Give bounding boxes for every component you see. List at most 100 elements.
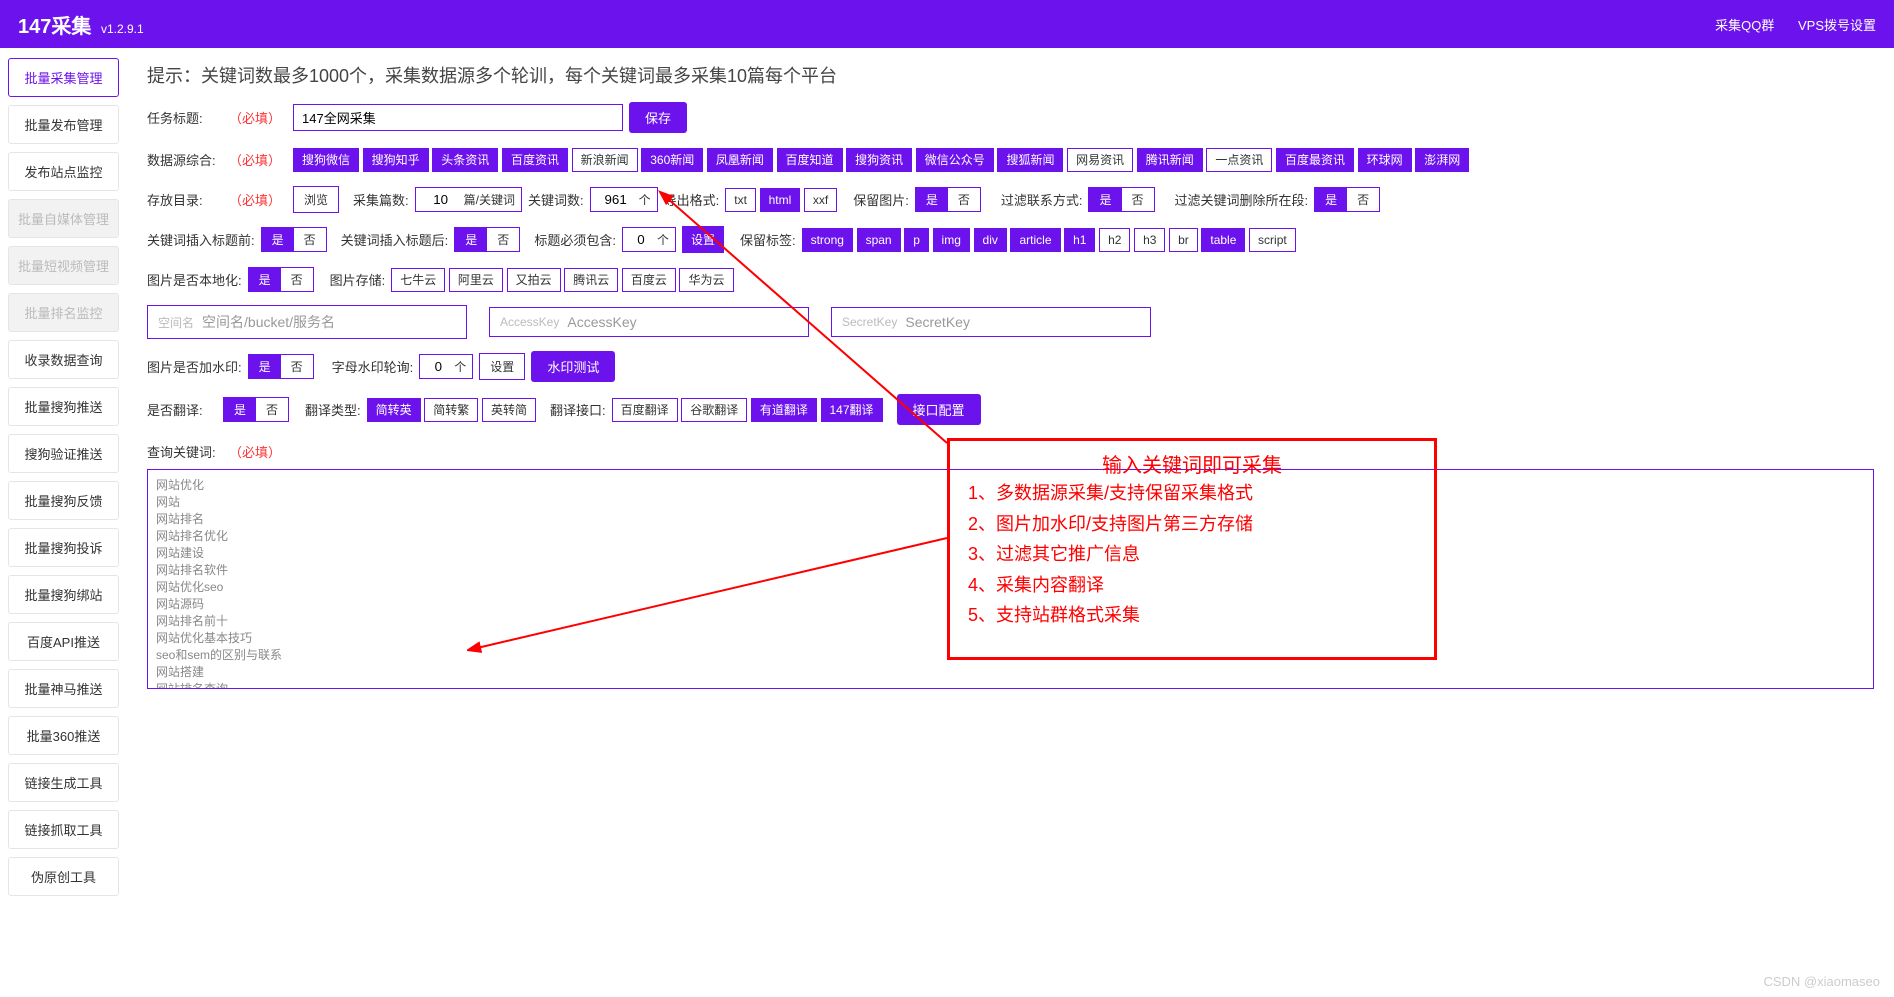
sidebar-item[interactable]: 发布站点监控: [8, 152, 119, 191]
required-marker: （必填）: [229, 442, 281, 461]
link-vps-settings[interactable]: VPS拨号设置: [1798, 18, 1876, 33]
keep-tag[interactable]: span: [857, 228, 901, 252]
count-label: 采集篇数:: [353, 190, 409, 209]
sidebar-item[interactable]: 批量360推送: [8, 716, 119, 755]
sidebar-item[interactable]: 批量神马推送: [8, 669, 119, 708]
wm-set-button[interactable]: 设置: [479, 353, 525, 380]
keep-tag[interactable]: h2: [1099, 228, 1130, 252]
watermark-toggle[interactable]: 是否: [248, 354, 314, 379]
required-marker: （必填）: [229, 190, 281, 209]
sidebar-item[interactable]: 伪原创工具: [8, 857, 119, 896]
sidebar-item[interactable]: 批量搜狗反馈: [8, 481, 119, 520]
translate-api[interactable]: 百度翻译: [612, 398, 678, 422]
export-option[interactable]: xxf: [804, 188, 837, 212]
task-title-label: 任务标题:: [147, 108, 217, 127]
translate-api[interactable]: 147翻译: [821, 398, 883, 422]
filter-contact-toggle[interactable]: 是否: [1088, 187, 1154, 212]
source-tag[interactable]: 360新闻: [641, 148, 703, 172]
source-tag[interactable]: 搜狗知乎: [363, 148, 429, 172]
keep-tag[interactable]: strong: [802, 228, 853, 252]
translate-api[interactable]: 谷歌翻译: [681, 398, 747, 422]
translate-type[interactable]: 简转英: [367, 398, 421, 422]
watermark-label: 图片是否加水印:: [147, 357, 242, 376]
source-tag[interactable]: 搜狐新闻: [997, 148, 1063, 172]
sidebar-item[interactable]: 批量发布管理: [8, 105, 119, 144]
kw-count-input[interactable]: [597, 192, 635, 207]
trans-api-label: 翻译接口:: [550, 400, 606, 419]
wm-alpha-input[interactable]: [426, 359, 450, 374]
app-brand: 147采集 v1.2.9.1: [18, 10, 144, 39]
storage-option[interactable]: 华为云: [679, 268, 733, 292]
sidebar-item[interactable]: 批量搜狗推送: [8, 387, 119, 426]
source-tag[interactable]: 微信公众号: [916, 148, 994, 172]
keep-tag[interactable]: h1: [1064, 228, 1095, 252]
translate-type[interactable]: 简转繁: [424, 398, 478, 422]
keep-tag[interactable]: img: [933, 228, 970, 252]
storage-option[interactable]: 百度云: [622, 268, 676, 292]
save-button[interactable]: 保存: [629, 102, 687, 133]
export-option[interactable]: txt: [725, 188, 756, 212]
source-tag[interactable]: 头条资讯: [432, 148, 498, 172]
keep-tag[interactable]: div: [974, 228, 1007, 252]
required-marker: （必填）: [229, 108, 281, 127]
sidebar-item[interactable]: 批量搜狗绑站: [8, 575, 119, 614]
sidebar-item[interactable]: 链接抓取工具: [8, 810, 119, 849]
source-tag[interactable]: 凤凰新闻: [707, 148, 773, 172]
source-tag[interactable]: 环球网: [1358, 148, 1412, 172]
export-option[interactable]: html: [760, 188, 801, 212]
bucket-input-wrap[interactable]: 空间名空间名/bucket/服务名: [147, 305, 467, 339]
source-tag[interactable]: 百度资讯: [502, 148, 568, 172]
translate-label: 是否翻译:: [147, 400, 217, 419]
keep-tag[interactable]: br: [1169, 228, 1198, 252]
source-tag[interactable]: 百度最资讯: [1276, 148, 1354, 172]
path-label: 存放目录:: [147, 190, 217, 209]
csdn-watermark: CSDN @xiaomaseo: [1763, 974, 1880, 989]
storage-option[interactable]: 阿里云: [449, 268, 503, 292]
source-tag[interactable]: 腾讯新闻: [1137, 148, 1203, 172]
wm-test-button[interactable]: 水印测试: [531, 351, 615, 382]
accesskey-input-wrap[interactable]: AccessKeyAccessKey: [489, 307, 809, 337]
source-tag[interactable]: 搜狗微信: [293, 148, 359, 172]
keep-tag[interactable]: table: [1201, 228, 1245, 252]
secretkey-input-wrap[interactable]: SecretKeySecretKey: [831, 307, 1151, 337]
storage-option[interactable]: 腾讯云: [564, 268, 618, 292]
keep-tag[interactable]: script: [1249, 228, 1296, 252]
translate-type[interactable]: 英转简: [482, 398, 536, 422]
translate-api[interactable]: 有道翻译: [751, 398, 817, 422]
source-tag[interactable]: 网易资讯: [1067, 148, 1133, 172]
storage-option[interactable]: 又拍云: [507, 268, 561, 292]
must-set-button[interactable]: 设置: [682, 226, 724, 253]
sidebar-item[interactable]: 搜狗验证推送: [8, 434, 119, 473]
source-tag[interactable]: 百度知道: [777, 148, 843, 172]
sidebar-item[interactable]: 百度API推送: [8, 622, 119, 661]
source-tag[interactable]: 澎湃网: [1415, 148, 1469, 172]
sidebar-item[interactable]: 批量采集管理: [8, 58, 119, 97]
sidebar-item[interactable]: 批量搜狗投诉: [8, 528, 119, 567]
browse-button[interactable]: 浏览: [293, 186, 339, 213]
keepimg-label: 保留图片:: [853, 190, 909, 209]
source-tag[interactable]: 一点资讯: [1206, 148, 1272, 172]
keep-tag[interactable]: h3: [1134, 228, 1165, 252]
source-tag[interactable]: 搜狗资讯: [846, 148, 912, 172]
insert-before-label: 关键词插入标题前:: [147, 230, 255, 249]
link-qq-group[interactable]: 采集QQ群: [1715, 18, 1774, 33]
keep-tag[interactable]: p: [904, 228, 929, 252]
keepimg-toggle[interactable]: 是否: [915, 187, 981, 212]
insert-before-toggle[interactable]: 是否: [261, 227, 327, 252]
keywords-textarea[interactable]: [147, 469, 1874, 689]
filter-kw-toggle[interactable]: 是否: [1314, 187, 1380, 212]
translate-toggle[interactable]: 是否: [223, 397, 289, 422]
sidebar-item[interactable]: 链接生成工具: [8, 763, 119, 802]
sidebar-item[interactable]: 收录数据查询: [8, 340, 119, 379]
count-input[interactable]: [422, 192, 460, 207]
app-version: v1.2.9.1: [101, 22, 144, 36]
source-tag[interactable]: 新浪新闻: [572, 148, 638, 172]
export-label: 导出格式:: [664, 190, 720, 209]
keep-tag[interactable]: article: [1010, 228, 1060, 252]
storage-option[interactable]: 七牛云: [391, 268, 445, 292]
must-contain-input[interactable]: [629, 232, 653, 247]
task-title-input[interactable]: [293, 104, 623, 131]
img-local-toggle[interactable]: 是否: [248, 267, 314, 292]
api-config-button[interactable]: 接口配置: [897, 394, 981, 425]
insert-after-toggle[interactable]: 是否: [454, 227, 520, 252]
